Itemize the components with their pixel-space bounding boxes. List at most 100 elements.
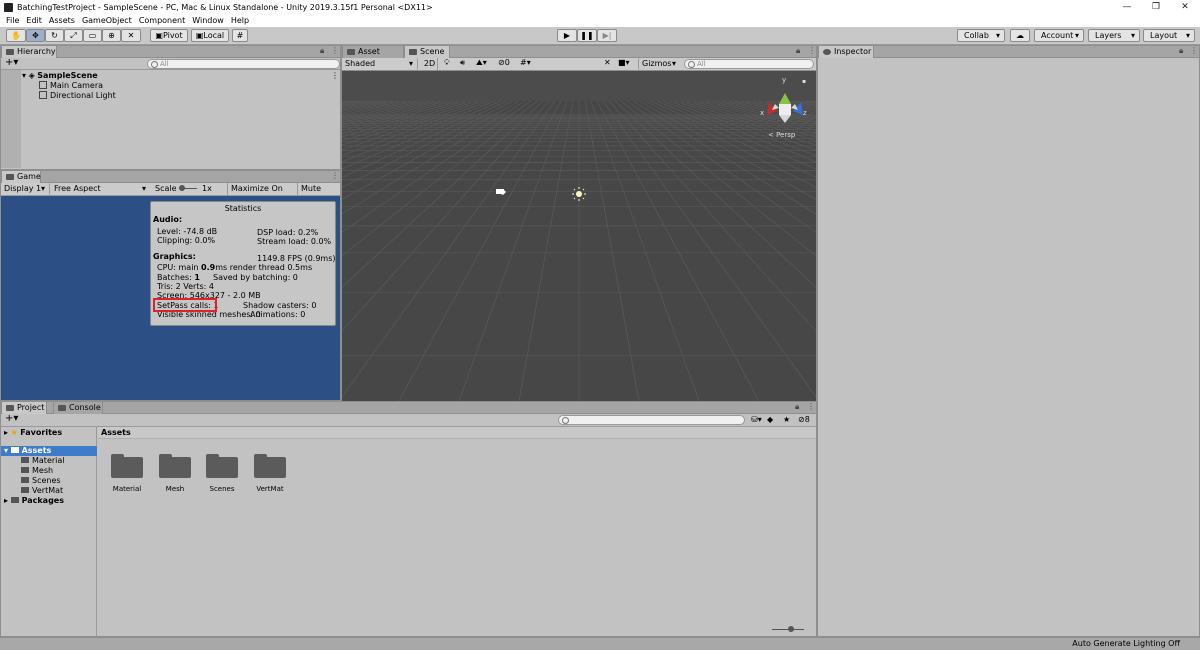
- asset-folder[interactable]: Material: [110, 454, 144, 493]
- lock-icon[interactable]: 🔒︎: [795, 402, 799, 412]
- packages-row[interactable]: ▸ Packages: [4, 496, 64, 506]
- custom-tool-icon[interactable]: ✕: [121, 29, 141, 42]
- scale-slider-thumb[interactable]: [179, 185, 185, 191]
- gizmos-dropdown[interactable]: Gizmos: [638, 58, 680, 70]
- menu-dots-icon[interactable]: ⋮: [331, 171, 339, 180]
- hierarchy-search-input[interactable]: All: [147, 59, 340, 69]
- create-plus-icon[interactable]: +▾: [5, 413, 18, 424]
- move-tool-icon[interactable]: ✥: [26, 29, 45, 42]
- camera-settings-icon[interactable]: ■▾: [618, 58, 630, 67]
- pause-button[interactable]: ❚❚: [577, 29, 597, 42]
- scale-tool-icon[interactable]: ⤢: [64, 29, 83, 42]
- lighting-status[interactable]: Auto Generate Lighting Off: [1072, 638, 1180, 650]
- hierarchy-item[interactable]: Directional Light: [39, 91, 116, 101]
- shading-mode-dropdown[interactable]: Shaded: [342, 58, 418, 70]
- folder-tree-item[interactable]: Material: [21, 456, 65, 466]
- lighting-toggle-icon[interactable]: 💡︎: [444, 58, 450, 68]
- folder-tree-label: Mesh: [32, 466, 54, 475]
- step-button[interactable]: ▶|: [597, 29, 617, 42]
- maximize-button[interactable]: ❐: [1141, 0, 1171, 14]
- cloud-icon[interactable]: ☁: [1010, 29, 1030, 42]
- close-button[interactable]: ✕: [1170, 0, 1200, 14]
- tab-console[interactable]: Console: [53, 402, 103, 414]
- menu-component[interactable]: Component: [139, 16, 185, 25]
- projection-toggle[interactable]: < Persp: [768, 131, 796, 139]
- favorites-row[interactable]: ▸ ★ Favorites: [4, 428, 62, 438]
- scene-row[interactable]: ▾ ◈ SampleScene: [22, 71, 98, 81]
- cpu-suffix: ms render thread 0.5ms: [215, 263, 313, 272]
- rotate-tool-icon[interactable]: ↻: [45, 29, 64, 42]
- rect-tool-icon[interactable]: ▭: [83, 29, 102, 42]
- maximize-on-play-toggle[interactable]: Maximize On Play: [227, 183, 297, 205]
- account-dropdown[interactable]: Account: [1034, 29, 1084, 42]
- scene-tabbar: Asset Store Scene 🔒︎ ⋮: [342, 46, 816, 67]
- local-toggle[interactable]: ▣Local: [191, 29, 229, 42]
- tab-asset-store[interactable]: Asset Store: [342, 46, 404, 67]
- scene-search-input[interactable]: All: [684, 59, 814, 69]
- play-button[interactable]: ▶: [557, 29, 577, 42]
- scene-viewport[interactable]: y x z ▪ < Persp: [342, 71, 816, 401]
- pivot-toggle[interactable]: ▣Pivot: [150, 29, 188, 42]
- asset-folder[interactable]: VertMat: [253, 454, 287, 493]
- lock-icon[interactable]: 🔒︎: [796, 46, 800, 56]
- hidden-objects-icon[interactable]: ⊘0: [498, 58, 510, 67]
- star-filter-icon[interactable]: ★: [783, 415, 790, 424]
- menu-dots-icon[interactable]: ⋮: [1190, 46, 1198, 55]
- collab-dropdown[interactable]: Collab: [957, 29, 1005, 42]
- audio-toggle-icon[interactable]: 🔊︎: [460, 58, 465, 68]
- tab-game[interactable]: Game: [1, 171, 41, 183]
- menu-dots-icon[interactable]: ⋮: [808, 46, 816, 55]
- tools-settings-icon[interactable]: ✕: [604, 58, 611, 67]
- grid-snap-icon[interactable]: #: [232, 29, 248, 42]
- scene-menu-icon[interactable]: ⋮: [331, 71, 339, 81]
- menu-assets[interactable]: Assets: [49, 16, 75, 25]
- folder-tree-item[interactable]: Scenes: [21, 476, 61, 486]
- lock-icon[interactable]: 🔒︎: [320, 46, 324, 56]
- menu-gameobject[interactable]: GameObject: [82, 16, 132, 25]
- menu-dots-icon[interactable]: ⋮: [807, 402, 815, 411]
- folder-icon: [21, 457, 29, 463]
- gizmo-lock-icon[interactable]: ▪: [802, 78, 806, 85]
- minimize-button[interactable]: —: [1112, 0, 1142, 14]
- project-search-input[interactable]: [558, 415, 745, 425]
- aspect-dropdown[interactable]: Free Aspect: [49, 183, 150, 195]
- menu-edit[interactable]: Edit: [26, 16, 42, 25]
- menu-help[interactable]: Help: [231, 16, 249, 25]
- tab-scene[interactable]: Scene: [404, 46, 450, 58]
- game-view[interactable]: Statistics Audio: Level: -74.8 dB DSP lo…: [1, 196, 340, 400]
- grid-toggle-icon[interactable]: #▾: [520, 58, 531, 67]
- 2d-toggle[interactable]: 2D: [422, 58, 438, 70]
- mute-audio-toggle[interactable]: Mute Audio: [297, 183, 342, 205]
- lock-icon[interactable]: 🔒︎: [1179, 46, 1183, 56]
- tab-inspector[interactable]: Inspector: [818, 46, 874, 58]
- inspector-tabbar: Inspector 🔒︎ ⋮: [818, 46, 1199, 58]
- layers-dropdown[interactable]: Layers: [1088, 29, 1140, 42]
- filter-type-icon[interactable]: ⛁▾: [751, 415, 762, 424]
- assets-row[interactable]: ▾ Assets: [1, 446, 97, 456]
- hidden-packages-icon[interactable]: ⊘8: [798, 415, 810, 424]
- icon-size-slider-thumb[interactable]: [788, 626, 794, 632]
- hand-tool-icon[interactable]: ✋: [6, 29, 26, 42]
- folder-tree-item[interactable]: Mesh: [21, 466, 53, 476]
- menu-dots-icon[interactable]: ⋮: [331, 46, 339, 55]
- hidden-count: 0: [504, 58, 510, 67]
- breadcrumb-assets[interactable]: Assets: [101, 428, 131, 437]
- layout-dropdown[interactable]: Layout: [1143, 29, 1195, 42]
- folder-tree-item[interactable]: VertMat: [21, 486, 63, 496]
- asset-folder[interactable]: Scenes: [205, 454, 239, 493]
- filter-label-icon[interactable]: ◆: [767, 415, 773, 424]
- 2d-label: 2D: [423, 59, 436, 68]
- create-plus-icon[interactable]: +▾: [5, 57, 18, 68]
- menu-window[interactable]: Window: [192, 16, 224, 25]
- hidden-packages-count: 8: [804, 415, 810, 424]
- gizmos-label: Gizmos: [642, 59, 672, 68]
- folder-tree-label: Scenes: [32, 476, 61, 485]
- effects-dropdown-icon[interactable]: ⛰▾: [476, 58, 487, 68]
- scene-search-placeholder: All: [697, 60, 706, 68]
- display-dropdown[interactable]: Display 1: [1, 183, 49, 195]
- hierarchy-item[interactable]: Main Camera: [39, 81, 103, 91]
- menu-file[interactable]: File: [6, 16, 19, 25]
- transform-tool-icon[interactable]: ⊕: [102, 29, 121, 42]
- scale-label: Scale: [155, 184, 177, 193]
- asset-folder[interactable]: Mesh: [158, 454, 192, 493]
